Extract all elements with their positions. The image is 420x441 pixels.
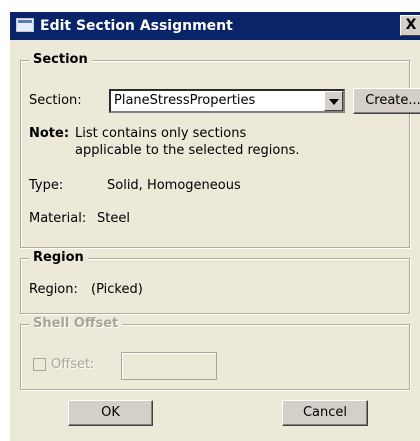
region-label: Region: [29, 282, 78, 297]
section-select-value: PlaneStressProperties [114, 93, 256, 108]
ok-button[interactable]: OK [68, 400, 153, 426]
type-value: Solid, Homogeneous [107, 178, 241, 193]
section-label: Section: [29, 93, 82, 108]
section-group-legend: Section [29, 51, 92, 69]
edit-section-assignment-dialog: Edit Section Assignment X Section Sectio… [0, 0, 420, 441]
close-button[interactable]: X [400, 15, 420, 36]
window-icon [16, 18, 34, 32]
material-value: Steel [97, 211, 130, 226]
region-group: Region Region: (Picked) [20, 249, 410, 314]
dialog-body: Section Section: PlaneStressProperties C… [10, 40, 420, 441]
create-section-button[interactable]: Create... [353, 88, 420, 114]
offset-checkbox[interactable] [33, 358, 46, 371]
section-group: Section Section: PlaneStressProperties C… [20, 51, 420, 248]
chevron-down-icon[interactable] [324, 91, 343, 111]
shell-offset-group-legend: Shell Offset [29, 315, 123, 333]
shell-offset-group: Shell Offset Offset: [20, 315, 410, 390]
note-text-line1: List contains only sections [75, 126, 247, 141]
dialog-title: Edit Section Assignment [40, 18, 233, 34]
offset-input[interactable] [121, 352, 217, 380]
offset-label: Offset: [51, 357, 95, 372]
section-select[interactable]: PlaneStressProperties [109, 89, 345, 113]
cancel-button[interactable]: Cancel [282, 400, 368, 426]
note-label: Note: [29, 126, 70, 141]
material-label: Material: [29, 211, 87, 226]
title-bar[interactable]: Edit Section Assignment X [10, 12, 420, 40]
region-value: (Picked) [91, 282, 143, 297]
region-group-legend: Region [29, 249, 88, 267]
type-label: Type: [29, 178, 64, 193]
note-text-line2: applicable to the selected regions. [75, 143, 300, 158]
